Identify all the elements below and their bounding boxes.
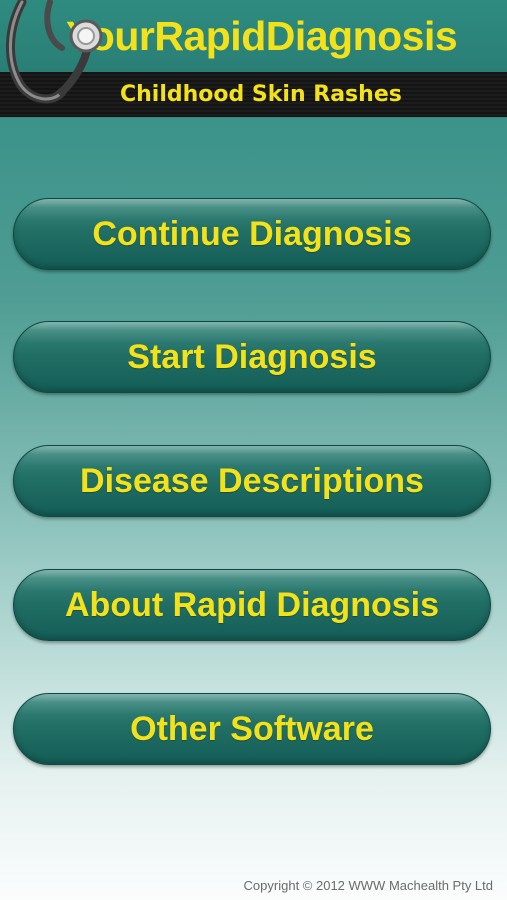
continue-diagnosis-label: Continue Diagnosis — [92, 214, 412, 253]
start-diagnosis-button[interactable]: Start Diagnosis — [13, 321, 491, 393]
other-software-button[interactable]: Other Software — [13, 693, 491, 765]
disease-descriptions-button[interactable]: Disease Descriptions — [13, 445, 491, 517]
other-software-label: Other Software — [130, 709, 374, 748]
app-subtitle: Childhood Skin Rashes — [120, 82, 402, 107]
start-diagnosis-label: Start Diagnosis — [127, 337, 377, 376]
continue-diagnosis-button[interactable]: Continue Diagnosis — [13, 198, 491, 270]
disease-descriptions-label: Disease Descriptions — [80, 461, 424, 500]
about-rapid-diagnosis-label: About Rapid Diagnosis — [65, 585, 439, 624]
about-rapid-diagnosis-button[interactable]: About Rapid Diagnosis — [13, 569, 491, 641]
app-header: Childhood Skin Rashes YourRapidDiagnosis — [0, 0, 507, 118]
stethoscope-icon — [6, 0, 103, 104]
copyright-text: Copyright © 2012 WWW Machealth Pty Ltd — [243, 878, 493, 893]
app-title: YourRapidDiagnosis — [66, 13, 458, 59]
